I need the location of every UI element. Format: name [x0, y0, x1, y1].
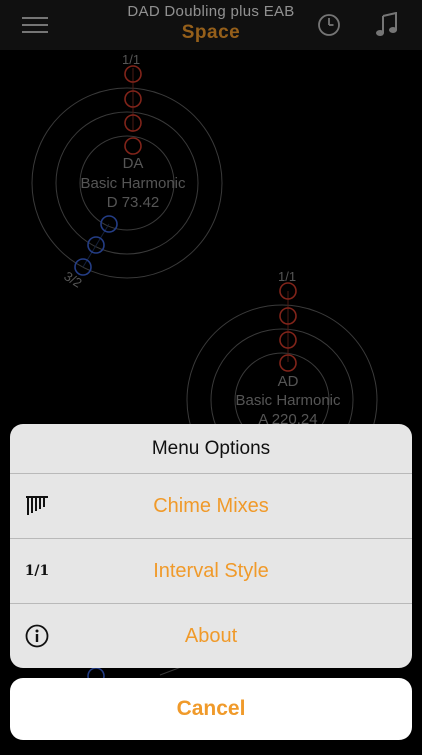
about-option[interactable]: About: [10, 604, 412, 668]
ratio-icon: 1/1: [24, 563, 50, 579]
menu-options-sheet: Menu Options Chime Mixes 1/1 Interval St…: [10, 424, 412, 668]
cancel-button[interactable]: Cancel: [10, 678, 412, 740]
menu-options-title: Menu Options: [10, 424, 412, 474]
chime-mixes-option[interactable]: Chime Mixes: [10, 474, 412, 539]
chimes-icon: [24, 474, 50, 538]
about-label: About: [184, 624, 238, 647]
info-icon: [24, 604, 50, 668]
cancel-label: Cancel: [176, 697, 246, 720]
interval-style-label: Interval Style: [153, 559, 269, 582]
interval-style-option[interactable]: 1/1 Interval Style: [10, 539, 412, 604]
chime-mixes-label: Chime Mixes: [153, 494, 269, 517]
